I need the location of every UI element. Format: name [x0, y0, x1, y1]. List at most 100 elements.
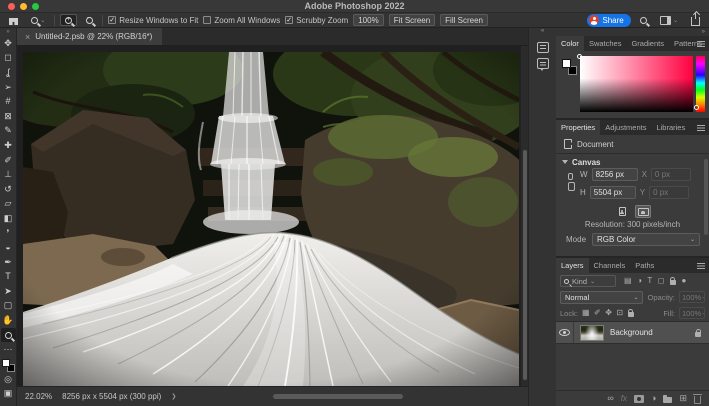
export-button[interactable]	[687, 14, 704, 26]
scrubby-zoom-option[interactable]: Scrubby Zoom	[285, 16, 348, 25]
home-button[interactable]	[5, 14, 22, 26]
tab-libraries[interactable]: Libraries	[651, 120, 690, 135]
tab-paths[interactable]: Paths	[630, 258, 659, 273]
type-tool[interactable]: T	[1, 270, 16, 285]
object-selection-tool[interactable]: ➢	[1, 80, 16, 95]
foreground-color-swatch[interactable]	[562, 59, 571, 68]
width-field[interactable]: 8256 px	[592, 168, 638, 181]
hue-slider[interactable]	[696, 56, 705, 112]
tab-swatches[interactable]: Swatches	[584, 36, 627, 51]
tab-channels[interactable]: Channels	[589, 258, 631, 273]
zoom-out-button[interactable]	[82, 14, 97, 26]
link-layers-icon[interactable]: ∞	[607, 394, 613, 403]
tab-adjustments[interactable]: Adjustments	[600, 120, 651, 135]
layer-lock-icon[interactable]	[695, 332, 701, 337]
zoom-all-windows-checkbox[interactable]	[203, 16, 211, 24]
edit-toolbar-button[interactable]: ⋯	[1, 342, 16, 357]
vertical-scrollbar[interactable]	[520, 46, 528, 386]
panel-menu-icon[interactable]	[697, 125, 705, 126]
hand-tool[interactable]: ✋	[1, 313, 16, 328]
resize-windows-checkbox[interactable]	[108, 16, 116, 24]
foreground-color-swatch[interactable]	[2, 359, 10, 367]
history-brush-tool[interactable]: ↺	[1, 182, 16, 197]
filter-type-layers-icon[interactable]: T	[647, 277, 652, 285]
delete-layer-icon[interactable]	[694, 396, 701, 404]
lock-artboard-icon[interactable]: ⊡	[616, 309, 623, 317]
blur-tool[interactable]: ❜	[1, 226, 16, 241]
filter-smart-objects-icon[interactable]	[670, 280, 676, 285]
canvas-image[interactable]	[23, 52, 519, 386]
filter-shape-layers-icon[interactable]: ◻	[658, 277, 665, 285]
eraser-tool[interactable]: ▱	[1, 197, 16, 212]
layer-visibility-cell[interactable]	[556, 322, 574, 343]
toolbar-collapse-button[interactable]: »	[6, 28, 9, 36]
panel-menu-icon[interactable]	[697, 263, 705, 264]
lock-all-icon[interactable]	[628, 312, 634, 317]
fill-field[interactable]: 100%⌄	[679, 307, 705, 319]
x-field[interactable]: 0 px	[651, 168, 691, 181]
document-tab[interactable]: × Untitled-2.psb @ 22% (RGB/16*)	[17, 28, 162, 45]
panel-menu-icon[interactable]	[697, 41, 705, 42]
landscape-orientation-button[interactable]	[635, 205, 651, 218]
link-dimensions-icon[interactable]	[568, 173, 573, 180]
saturation-field[interactable]	[580, 56, 693, 112]
fit-screen-button[interactable]: Fit Screen	[389, 14, 435, 26]
canvas-zone[interactable]	[17, 46, 528, 386]
shape-tool[interactable]: ▢	[1, 299, 16, 314]
new-layer-icon[interactable]: ⊞	[679, 394, 687, 403]
frame-tool[interactable]: ⊠	[1, 109, 16, 124]
lock-transparency-icon[interactable]: ▦	[582, 309, 590, 317]
brush-tool[interactable]: ✐	[1, 153, 16, 168]
status-zoom-field[interactable]: 22.02%	[25, 392, 52, 401]
zoom-in-button[interactable]	[60, 14, 77, 26]
dock-collapse-right[interactable]: »	[702, 29, 705, 35]
dock-collapse-left[interactable]: «	[529, 28, 556, 37]
scrubby-zoom-checkbox[interactable]	[285, 16, 293, 24]
layer-mask-icon[interactable]	[634, 395, 644, 403]
current-tool-button[interactable]: ⌄	[27, 14, 49, 26]
eyedropper-tool[interactable]: ✎	[1, 124, 16, 139]
portrait-orientation-button[interactable]	[614, 205, 630, 218]
lock-position-icon[interactable]: ✥	[605, 309, 612, 317]
screen-mode-button[interactable]: ▣	[1, 387, 16, 402]
lasso-tool[interactable]: ʆ	[1, 65, 16, 80]
pen-tool[interactable]: ✒	[1, 255, 16, 270]
adjustment-layer-icon[interactable]: ◑	[651, 394, 656, 403]
history-panel-icon[interactable]	[537, 42, 549, 53]
tab-color[interactable]: Color	[556, 36, 584, 51]
layer-row-background[interactable]: Background	[556, 322, 709, 344]
foreground-background-swatches[interactable]	[2, 359, 15, 372]
fill-screen-button[interactable]: Fill Screen	[440, 14, 488, 26]
zoom-all-windows-option[interactable]: Zoom All Windows	[203, 16, 280, 25]
crop-tool[interactable]: #	[1, 94, 16, 109]
healing-brush-tool[interactable]: ✚	[1, 138, 16, 153]
marquee-tool[interactable]: ◻	[1, 51, 16, 66]
filter-toggle-icon[interactable]: ●	[681, 277, 686, 285]
search-button[interactable]	[636, 14, 651, 26]
path-selection-tool[interactable]: ➤	[1, 284, 16, 299]
zoom-tool[interactable]	[1, 328, 16, 343]
mode-select[interactable]: RGB Color⌄	[592, 233, 700, 246]
layer-effects-icon[interactable]: fx	[621, 395, 627, 403]
gradient-tool[interactable]: ◧	[1, 211, 16, 226]
tab-patterns[interactable]: Patterns	[669, 36, 707, 51]
tab-properties[interactable]: Properties	[556, 120, 600, 135]
properties-scrollbar-thumb[interactable]	[704, 159, 708, 235]
filter-pixel-layers-icon[interactable]: ▤	[624, 277, 632, 285]
y-field[interactable]: 0 px	[649, 186, 689, 199]
opacity-field[interactable]: 100%⌄	[679, 291, 705, 303]
dodge-tool[interactable]: ◒	[1, 240, 16, 255]
lock-pixels-icon[interactable]: ✐	[594, 309, 601, 317]
workspace-button[interactable]: ⌄	[656, 14, 682, 26]
comments-panel-icon[interactable]	[537, 58, 549, 69]
close-tab-icon[interactable]: ×	[25, 32, 30, 42]
share-button[interactable]: Share	[587, 14, 630, 27]
blend-mode-select[interactable]: Normal⌄	[560, 291, 643, 304]
hue-marker[interactable]	[694, 105, 699, 110]
layer-thumbnail[interactable]	[580, 325, 604, 341]
height-field[interactable]: 5504 px	[590, 186, 636, 199]
tab-layers[interactable]: Layers	[556, 258, 589, 273]
move-tool[interactable]: ✥	[1, 36, 16, 51]
group-layers-icon[interactable]	[663, 397, 672, 403]
quick-mask-button[interactable]: ◎	[1, 372, 16, 387]
